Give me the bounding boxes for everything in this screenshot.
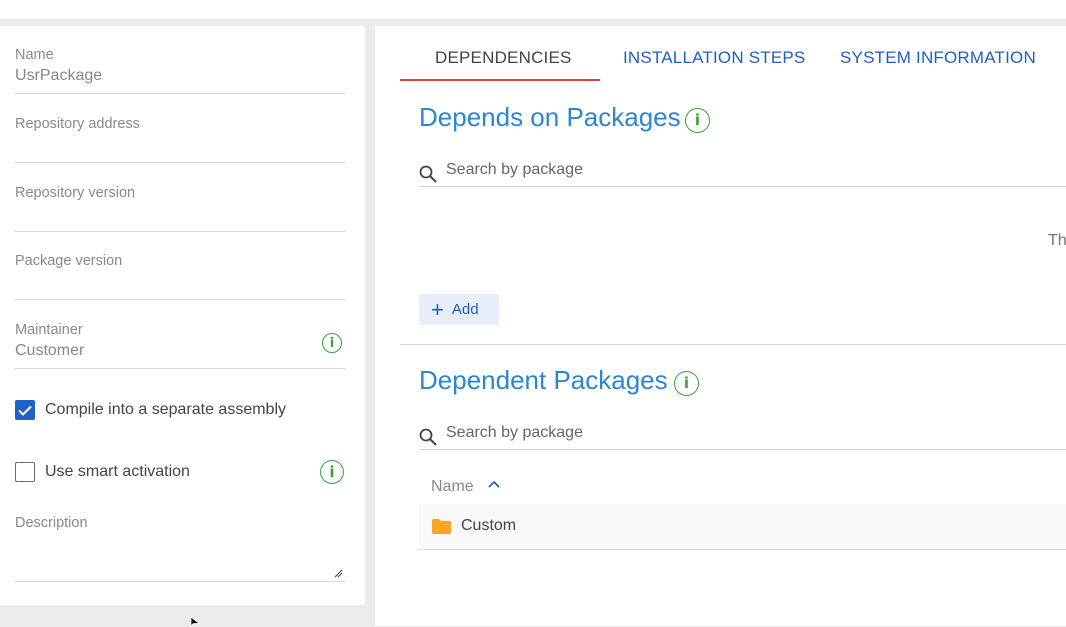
dependent-search-input[interactable] (446, 424, 1046, 442)
depends-on-title: Depends on Packages (419, 102, 681, 132)
name-field[interactable]: Name UsrPackage (15, 46, 345, 94)
depends-on-search-input[interactable] (446, 161, 1046, 179)
add-button-label: Add (451, 301, 479, 318)
name-value[interactable]: UsrPackage (15, 66, 345, 86)
plus-icon: + (431, 296, 444, 322)
smart-activation-info-icon[interactable]: i (320, 460, 344, 484)
grid-header: Name (419, 468, 1066, 505)
repository-version-label: Repository version (15, 185, 136, 201)
maintainer-value[interactable]: Customer (15, 341, 345, 361)
section-divider (400, 344, 1066, 345)
smart-activation-checkbox[interactable] (15, 462, 35, 482)
dependent-search[interactable] (419, 423, 1066, 450)
dependencies-panel: DEPENDENCIES INSTALLATION STEPS SYSTEM I… (375, 26, 1066, 626)
checkmark-icon (18, 405, 32, 416)
maintainer-field[interactable]: Maintainer Customer (15, 321, 345, 369)
empty-list-message: Th (1048, 232, 1066, 249)
package-version-field[interactable]: Package version (15, 252, 345, 300)
tab-bar: DEPENDENCIES INSTALLATION STEPS SYSTEM I… (400, 26, 1066, 82)
repository-address-label: Repository address (15, 116, 140, 132)
active-tab-indicator (400, 79, 600, 81)
smart-activation-label: Use smart activation (45, 463, 190, 480)
package-name: Custom (461, 517, 517, 534)
top-bar (0, 0, 1066, 19)
name-column-header[interactable]: Name (431, 478, 474, 496)
repository-version-field[interactable]: Repository version (15, 184, 345, 232)
compile-separate-label: Compile into a separate assembly (45, 401, 287, 418)
folder-icon (432, 519, 451, 534)
description-label: Description (15, 515, 88, 531)
compile-separate-checkbox[interactable] (15, 400, 35, 420)
compile-separate-row[interactable]: Compile into a separate assembly (15, 400, 286, 420)
add-dependency-button[interactable]: + Add (419, 294, 499, 325)
package-version-label: Package version (15, 253, 123, 269)
depends-on-search[interactable] (419, 160, 1066, 187)
table-row[interactable]: Custom (419, 504, 1066, 550)
tab-installation-steps[interactable]: INSTALLATION STEPS (623, 48, 805, 68)
maintainer-info-icon[interactable]: i (322, 333, 342, 353)
tab-system-information[interactable]: SYSTEM INFORMATION (840, 48, 1036, 68)
smart-activation-row[interactable]: Use smart activation (15, 462, 190, 482)
tab-dependencies[interactable]: DEPENDENCIES (435, 48, 572, 68)
package-properties-panel: Name UsrPackage Repository address Repos… (0, 26, 365, 605)
name-label: Name (15, 47, 54, 63)
resize-handle-icon[interactable] (333, 568, 343, 578)
description-field[interactable]: Description (15, 514, 345, 582)
repository-address-field[interactable]: Repository address (15, 115, 345, 163)
dependent-title: Dependent Packages (419, 365, 668, 395)
chevron-up-icon[interactable] (488, 480, 500, 488)
search-icon (419, 165, 437, 183)
search-icon (419, 428, 437, 446)
dependent-info-icon[interactable]: i (674, 371, 699, 396)
depends-on-info-icon[interactable]: i (685, 108, 710, 133)
maintainer-label: Maintainer (15, 322, 83, 338)
